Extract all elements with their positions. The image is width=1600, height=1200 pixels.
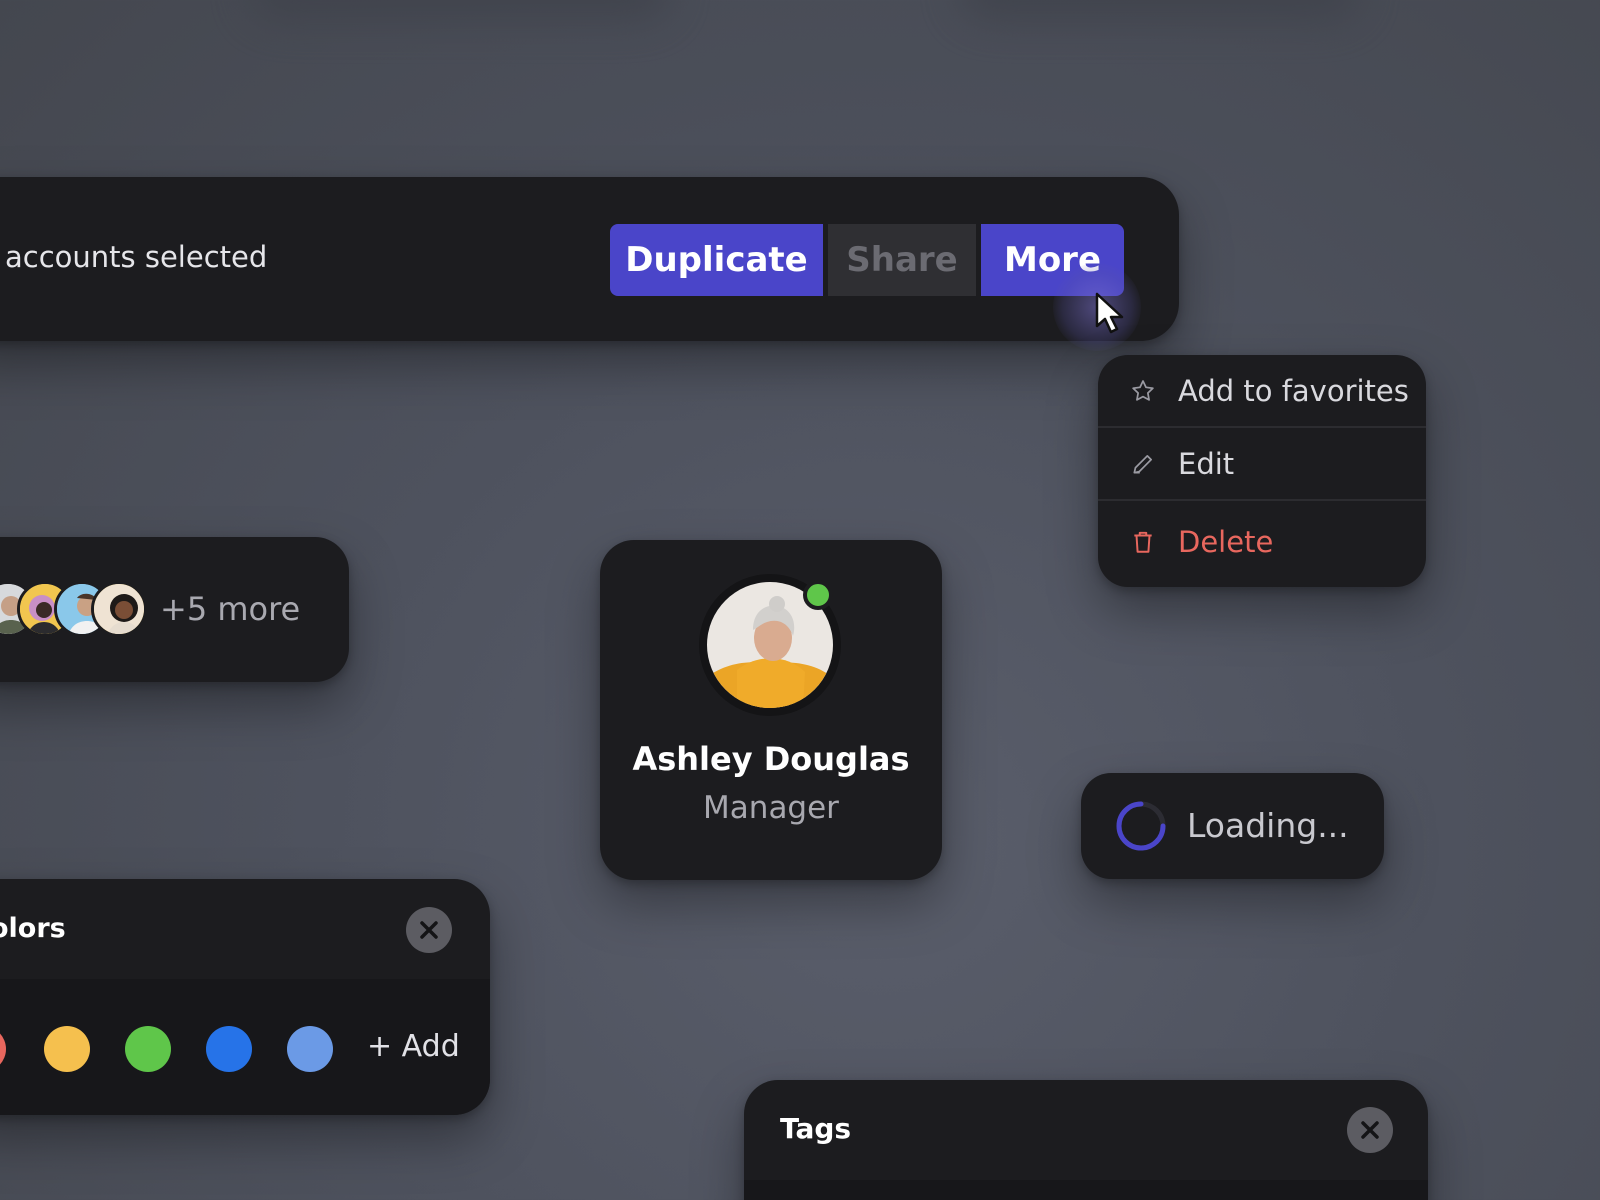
menu-item-label: Add to favorites	[1178, 373, 1409, 408]
trash-icon	[1128, 527, 1158, 557]
duplicate-button[interactable]: Duplicate	[610, 224, 823, 296]
add-color-button[interactable]: + Add	[367, 1029, 460, 1064]
selection-toolbar: accounts selected Duplicate Share More	[0, 177, 1179, 341]
background-blur	[960, 0, 1360, 20]
loading-text: Loading...	[1187, 806, 1349, 845]
profile-role: Manager	[703, 790, 839, 826]
online-status-indicator	[803, 580, 833, 610]
colors-panel: olors + Add	[0, 879, 490, 1115]
tags-panel: Tags	[744, 1080, 1428, 1200]
menu-item-delete[interactable]: Delete	[1098, 501, 1426, 583]
colors-panel-header: olors	[0, 879, 490, 979]
close-button[interactable]	[406, 907, 452, 953]
background-blur	[250, 0, 670, 20]
more-actions-menu: Add to favorites Edit Delete	[1098, 355, 1426, 587]
menu-item-add-to-favorites[interactable]: Add to favorites	[1098, 355, 1426, 428]
color-swatch-blue[interactable]	[206, 1026, 252, 1072]
color-swatch-red[interactable]	[0, 1026, 6, 1072]
tags-panel-title: Tags	[780, 1112, 852, 1145]
star-icon	[1128, 376, 1158, 406]
menu-item-label: Edit	[1178, 446, 1235, 481]
action-button-group: Duplicate Share More	[610, 224, 1124, 296]
close-icon	[1361, 1121, 1379, 1139]
spinner-icon	[1116, 801, 1166, 851]
mouse-cursor-icon	[1095, 292, 1124, 334]
menu-item-label: Delete	[1178, 525, 1274, 559]
close-button[interactable]	[1347, 1107, 1393, 1153]
avatar-group: +5 more	[0, 537, 349, 682]
avatar[interactable]	[91, 581, 147, 637]
close-icon	[420, 921, 438, 939]
color-swatch-yellow[interactable]	[44, 1026, 90, 1072]
color-swatch-light-blue[interactable]	[287, 1026, 333, 1072]
loading-indicator: Loading...	[1081, 773, 1384, 879]
more-members-text[interactable]: +5 more	[160, 590, 300, 628]
share-button[interactable]: Share	[828, 224, 976, 296]
color-swatch-green[interactable]	[125, 1026, 171, 1072]
colors-panel-body: + Add	[0, 979, 490, 1115]
profile-card: Ashley Douglas Manager	[600, 540, 942, 880]
tags-panel-body	[744, 1180, 1428, 1200]
selection-count-text: accounts selected	[5, 240, 268, 274]
menu-item-edit[interactable]: Edit	[1098, 428, 1426, 501]
profile-name: Ashley Douglas	[632, 740, 910, 778]
colors-panel-title: olors	[0, 913, 66, 944]
pencil-icon	[1128, 449, 1158, 479]
